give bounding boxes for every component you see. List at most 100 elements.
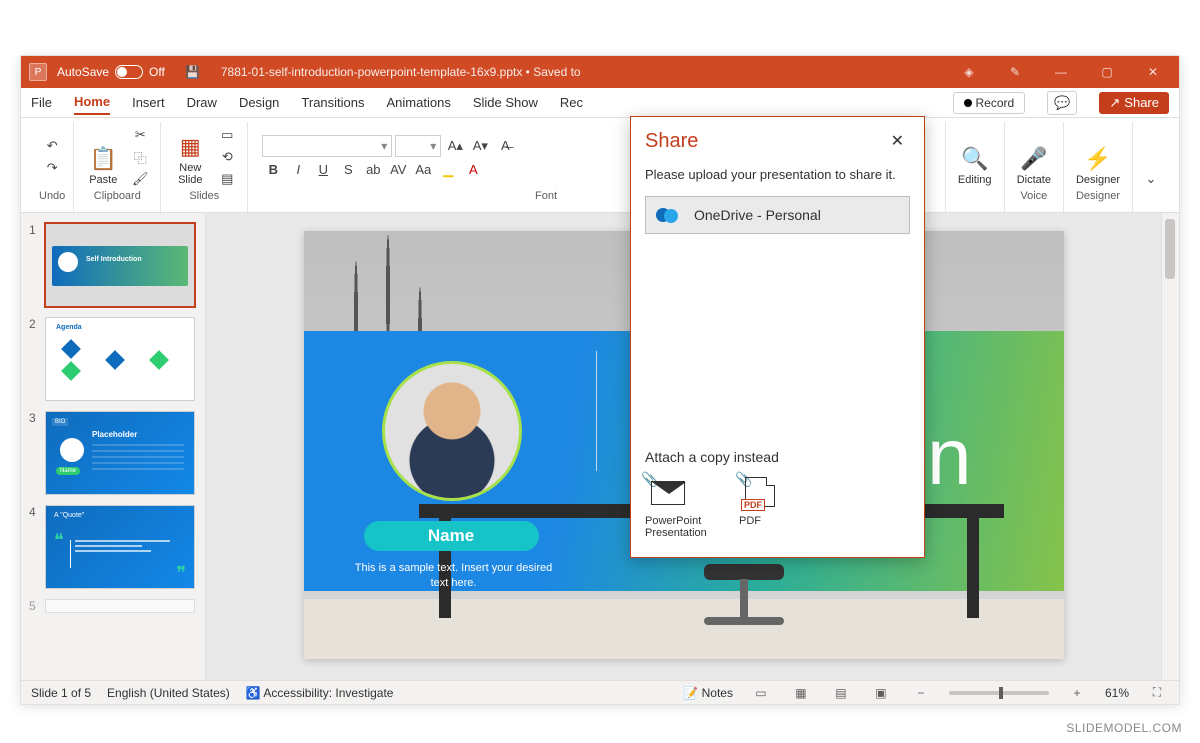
tab-slideshow[interactable]: Slide Show [473,91,538,114]
zoom-out-button[interactable]: − [909,684,933,702]
sample-text: This is a sample text. Insert your desir… [354,561,554,592]
designer-button[interactable]: ⚡ Designer [1072,126,1124,188]
increase-font-button[interactable]: A▴ [444,136,466,156]
tab-cut[interactable]: Rec [560,91,583,114]
new-slide-button[interactable]: ▦ New Slide [169,126,211,188]
notes-toggle[interactable]: 📝 Notes [683,686,733,700]
thumb-number: 3 [29,411,39,495]
share-panel: Share ✕ Please upload your presentation … [630,116,925,558]
slideshow-view-button[interactable]: ▣ [869,684,893,702]
format-painter-button[interactable]: 🖌 [130,170,150,188]
save-icon[interactable]: 💾 [175,56,211,88]
titlebar: P AutoSave Off 💾 7881-01-self-introducti… [21,56,1179,88]
onedrive-icon [656,207,680,223]
tab-home[interactable]: Home [74,90,110,115]
toggle-icon [115,65,143,79]
tab-draw[interactable]: Draw [187,91,217,114]
case-button[interactable]: Aa [412,160,434,180]
thumbnail-1[interactable]: Self Introduction [45,223,195,307]
slide-thumbnails: 1 Self Introduction 2 Agenda 3 [21,213,206,680]
ribbon-tabs: File Home Insert Draw Design Transitions… [21,88,1179,118]
attach-copy-title: Attach a copy instead [645,449,910,465]
normal-view-button[interactable]: ▭ [749,684,773,702]
layout-button[interactable]: ▭ [217,126,237,144]
onedrive-personal-button[interactable]: OneDrive - Personal [645,196,910,234]
tab-transitions[interactable]: Transitions [301,91,364,114]
zoom-slider[interactable] [949,691,1049,695]
attach-powerpoint-button[interactable]: 📎 PowerPoint Presentation [645,477,719,539]
dictate-button[interactable]: 🎤 Dictate [1013,126,1055,188]
thumbnail-2[interactable]: Agenda [45,317,195,401]
minimize-button[interactable]: — [1043,56,1079,88]
thumb-number: 5 [29,599,39,613]
autosave-state: Off [149,65,165,79]
thumb-number: 1 [29,223,39,307]
autosave-toggle[interactable]: AutoSave Off [57,65,165,79]
paste-button[interactable]: 📋 Paste [82,126,124,188]
reset-button[interactable]: ⟲ [217,148,237,166]
thumbnail-5[interactable] [45,599,195,613]
thumbnail-3[interactable]: BIOPlaceholderName [45,411,195,495]
ribbon: ↶ ↷ Undo 📋 Paste ✂ ⿻ 🖌 Clipboard [21,118,1179,213]
share-button[interactable]: ↗Share [1099,92,1169,114]
divider-line [596,351,597,471]
share-close-button[interactable]: ✕ [885,129,910,153]
share-message: Please upload your presentation to share… [631,159,924,196]
name-label: Name [364,521,539,551]
attach-pdf-button[interactable]: 📎PDF PDF [739,477,813,539]
record-button[interactable]: Record [953,92,1026,114]
vertical-scrollbar[interactable] [1161,213,1179,680]
close-button[interactable]: ✕ [1135,56,1171,88]
sorter-view-button[interactable]: ▦ [789,684,813,702]
zoom-in-button[interactable]: + [1065,684,1089,702]
diamond-icon[interactable]: ◈ [951,56,987,88]
section-button[interactable]: ▤ [217,170,237,188]
brush-icon[interactable]: ✎ [997,56,1033,88]
tab-animations[interactable]: Animations [387,91,451,114]
zoom-level: 61% [1105,686,1129,700]
slide-position: Slide 1 of 5 [31,686,91,700]
group-undo: Undo [39,190,65,202]
thumbnail-4[interactable]: A "Quote"❝❞ [45,505,195,589]
bold-button[interactable]: B [262,160,284,180]
tab-insert[interactable]: Insert [132,91,165,114]
decrease-font-button[interactable]: A▾ [469,136,491,156]
cut-button[interactable]: ✂ [130,126,150,144]
share-icon: ↗ [1109,95,1120,111]
tab-file[interactable]: File [31,91,52,114]
redo-button[interactable]: ↷ [42,159,62,177]
underline-button[interactable]: U [312,160,334,180]
thumb-number: 4 [29,505,39,589]
clear-format-button[interactable]: A̶ [494,136,516,156]
spacing-button[interactable]: AV [387,160,409,180]
editing-menu[interactable]: 🔍 Editing [954,126,996,188]
highlight-button[interactable]: ▁ [437,160,459,180]
mic-icon: 🎤 [1020,146,1047,172]
group-clipboard: Clipboard [94,190,141,202]
italic-button[interactable]: I [287,160,309,180]
tab-design[interactable]: Design [239,91,279,114]
comments-button[interactable]: 💬 [1047,91,1077,115]
shadow-button[interactable]: ab [362,160,384,180]
reading-view-button[interactable]: ▤ [829,684,853,702]
avatar-image [382,361,522,501]
title-fragment: n [927,411,972,503]
accessibility-status[interactable]: ♿ Accessibility: Investigate [246,686,394,700]
new-slide-icon: ▦ [180,134,201,160]
thumb-number: 2 [29,317,39,401]
font-color-button[interactable]: A [462,160,484,180]
font-family-select[interactable]: ▾ [262,135,392,157]
envelope-icon: 📎 [645,477,687,509]
copy-button[interactable]: ⿻ [130,148,150,166]
record-dot-icon [964,99,972,107]
undo-button[interactable]: ↶ [42,137,62,155]
strike-button[interactable]: S [337,160,359,180]
share-title: Share [645,130,698,153]
group-slides: Slides [189,190,219,202]
font-size-select[interactable]: ▾ [395,135,441,157]
maximize-button[interactable]: ▢ [1089,56,1125,88]
app-icon: P [29,63,47,81]
collapse-ribbon-button[interactable]: ⌄ [1141,170,1161,188]
language-status[interactable]: English (United States) [107,686,230,700]
fit-button[interactable]: ⛶ [1145,684,1169,702]
